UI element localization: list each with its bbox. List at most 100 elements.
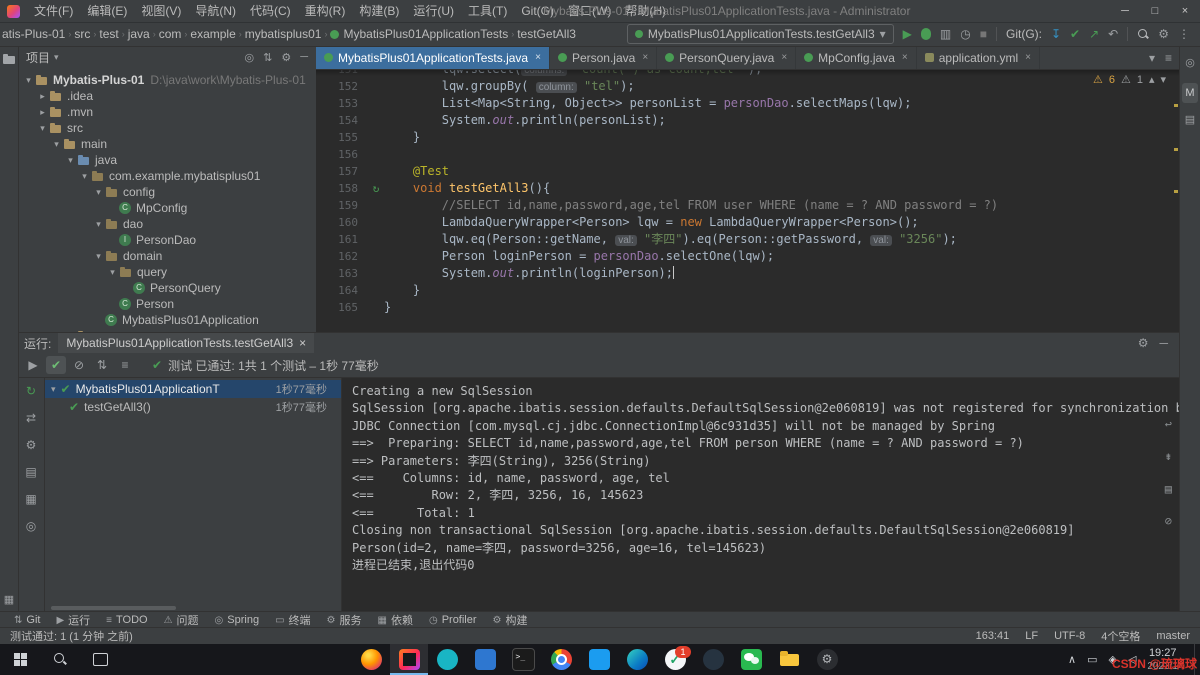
close-tab-icon[interactable]: ×	[1025, 52, 1031, 63]
code-line[interactable]: 155 }	[316, 129, 1180, 146]
pin-tab-icon[interactable]: ▤	[25, 465, 36, 479]
minimize-button[interactable]: ─	[1110, 0, 1140, 22]
code-line[interactable]: 153 List<Map<String, Object>> personList…	[316, 95, 1180, 112]
toolwindow-switcher-icon[interactable]: ▦	[4, 593, 14, 606]
menu-refactor[interactable]: 重构(R)	[298, 0, 353, 22]
code-line[interactable]: 162 Person loginPerson = personDao.selec…	[316, 248, 1180, 265]
tree-item-dao[interactable]: ▾ dao	[18, 216, 316, 232]
rerun-tests-button[interactable]: ▶	[23, 356, 43, 374]
taskbar-intellij[interactable]	[390, 644, 428, 675]
maven-toolwindow-icon[interactable]: M	[1182, 83, 1197, 103]
inspections-widget[interactable]: ⚠ 6 ⚠ 1 ▴ ▾	[1093, 73, 1166, 86]
tree-item-persondao[interactable]: PersonDao	[18, 232, 316, 248]
code-line[interactable]: 157 @Test	[316, 163, 1180, 180]
tree-item-java[interactable]: ▾ java	[18, 152, 316, 168]
tree-item-query[interactable]: ▾ query	[18, 264, 316, 280]
print-icon[interactable]: ▤	[1165, 481, 1172, 498]
locate-file-icon[interactable]: ◎	[245, 51, 255, 64]
taskbar-app-dark[interactable]	[694, 644, 732, 675]
hidden-tabs-icon[interactable]: ▾	[1149, 51, 1155, 65]
git-commit-button[interactable]: ✔	[1070, 27, 1080, 41]
code-line[interactable]: 164 }	[316, 282, 1180, 299]
tree-item-config[interactable]: ▾ config	[18, 184, 316, 200]
code-line[interactable]: 151 lqw.select(columns: "count(*) as cou…	[316, 70, 1180, 78]
scroll-to-end-icon[interactable]: ⇟	[1165, 448, 1172, 465]
git-update-button[interactable]: ↧	[1051, 27, 1061, 41]
tab-person[interactable]: Person.java ×	[550, 46, 657, 69]
code-line[interactable]: 156	[316, 146, 1180, 163]
soft-wrap-icon[interactable]: ↩	[1165, 416, 1172, 433]
menu-build[interactable]: 构建(B)	[352, 0, 406, 22]
taskbar-explorer[interactable]	[770, 644, 808, 675]
tree-item-domain[interactable]: ▾ domain	[18, 248, 316, 264]
toolwindow-run-button[interactable]: ▶ 运行	[48, 612, 98, 628]
toolwindow-terminal-button[interactable]: ▭ 终端	[267, 612, 318, 628]
file-encoding[interactable]: UTF-8	[1054, 630, 1085, 642]
prev-problem-icon[interactable]: ▴	[1149, 73, 1155, 86]
taskbar-edge[interactable]	[618, 644, 656, 675]
history-icon[interactable]: ▦	[25, 492, 36, 506]
profiler-button[interactable]: ◷	[960, 27, 970, 41]
rerun-icon[interactable]: ↻	[26, 384, 36, 398]
breadcrumb-item[interactable]: atis-Plus-01	[2, 27, 65, 41]
toolwindow-profiler-button[interactable]: ◷ Profiler	[421, 612, 485, 628]
tree-item-project-root[interactable]: ▾ Mybatis-Plus-01 D:\java\work\Mybatis-P…	[18, 72, 316, 88]
close-button[interactable]: ×	[1170, 0, 1200, 22]
git-branch[interactable]: master	[1156, 630, 1190, 642]
tray-expand-icon[interactable]: ∧	[1068, 653, 1076, 666]
show-passed-toggle[interactable]: ✔	[46, 356, 66, 374]
menu-tools[interactable]: 工具(T)	[461, 0, 514, 22]
project-toolwindow-icon[interactable]	[3, 54, 15, 64]
menu-code[interactable]: 代码(C)	[243, 0, 298, 22]
test-settings-gear-icon[interactable]: ⚙	[26, 438, 37, 452]
close-tab-icon[interactable]: ×	[642, 52, 648, 63]
run-configuration-select[interactable]: MybatisPlus01ApplicationTests.testGetAll…	[627, 24, 894, 44]
breadcrumb-item[interactable]: testGetAll3	[517, 27, 576, 41]
close-tab-icon[interactable]: ×	[902, 52, 908, 63]
rerun-failed-icon[interactable]: ⇄	[26, 411, 36, 425]
indent-setting[interactable]: 4个空格	[1101, 628, 1140, 644]
editor-scrollbar[interactable]	[1174, 70, 1178, 332]
notifications-icon[interactable]: ◎	[1185, 56, 1195, 69]
panel-settings-gear-icon[interactable]: ⚙	[281, 51, 291, 64]
breadcrumb-item[interactable]: example	[190, 27, 235, 41]
breadcrumb-item[interactable]: com	[159, 27, 182, 41]
tree-item-package[interactable]: ▾ com.example.mybatisplus01	[18, 168, 316, 184]
breadcrumb-item[interactable]: test	[99, 27, 118, 41]
expand-collapse-icon[interactable]: ≡	[115, 356, 135, 374]
taskbar-firefox[interactable]	[352, 644, 390, 675]
toolwindow-git-button[interactable]: ⇅ Git	[6, 612, 48, 628]
cursor-position[interactable]: 163:41	[976, 630, 1010, 642]
breadcrumb-item[interactable]: mybatisplus01	[245, 27, 322, 41]
toolwindow-build-button[interactable]: ⚙ 构建	[485, 612, 536, 628]
code-editor[interactable]: ⚠ 6 ⚠ 1 ▴ ▾ 151 lqw.select(columns: "cou…	[316, 70, 1180, 332]
chevron-down-icon[interactable]: ▾	[54, 50, 59, 64]
tree-item-application[interactable]: MybatisPlus01Application	[18, 312, 316, 328]
test-suite-row[interactable]: ▾ ✔ MybatisPlus01ApplicationT 1秒77毫秒	[45, 380, 341, 398]
taskbar-chrome[interactable]	[542, 644, 580, 675]
tree-item-mvn[interactable]: ▸ .mvn	[18, 104, 316, 120]
code-line[interactable]: 154 System.out.println(personList);	[316, 112, 1180, 129]
test-case-row[interactable]: ✔ testGetAll3() 1秒77毫秒	[45, 398, 341, 416]
settings-gear-icon[interactable]: ⚙	[1158, 27, 1169, 41]
close-tab-icon[interactable]: ×	[535, 52, 541, 63]
taskbar-wechat[interactable]	[732, 644, 770, 675]
menu-run[interactable]: 运行(U)	[406, 0, 461, 22]
breadcrumb-item[interactable]: MybatisPlus01ApplicationTests	[343, 27, 508, 41]
toolwindow-problems-button[interactable]: ⚠ 问题	[156, 612, 207, 628]
tab-personquery[interactable]: PersonQuery.java ×	[657, 46, 796, 69]
git-rollback-button[interactable]: ↶	[1108, 27, 1118, 41]
coverage-button[interactable]: ▥	[940, 27, 951, 41]
editor-menu-icon[interactable]: ≡	[1165, 51, 1172, 65]
code-line[interactable]: 152 lqw.groupBy( column: "tel");	[316, 78, 1180, 95]
tree-item-person[interactable]: Person	[18, 296, 316, 312]
tab-mpconfig[interactable]: MpConfig.java ×	[796, 46, 917, 69]
task-view-button[interactable]	[80, 644, 120, 675]
code-line[interactable]: 159 //SELECT id,name,password,age,tel FR…	[316, 197, 1180, 214]
menu-file[interactable]: 文件(F)	[27, 0, 80, 22]
clear-console-icon[interactable]: ⊘	[1165, 513, 1172, 530]
maximize-button[interactable]: □	[1140, 0, 1170, 22]
start-button[interactable]	[0, 644, 40, 675]
menu-view[interactable]: 视图(V)	[134, 0, 188, 22]
taskbar-app-blue[interactable]	[466, 644, 504, 675]
